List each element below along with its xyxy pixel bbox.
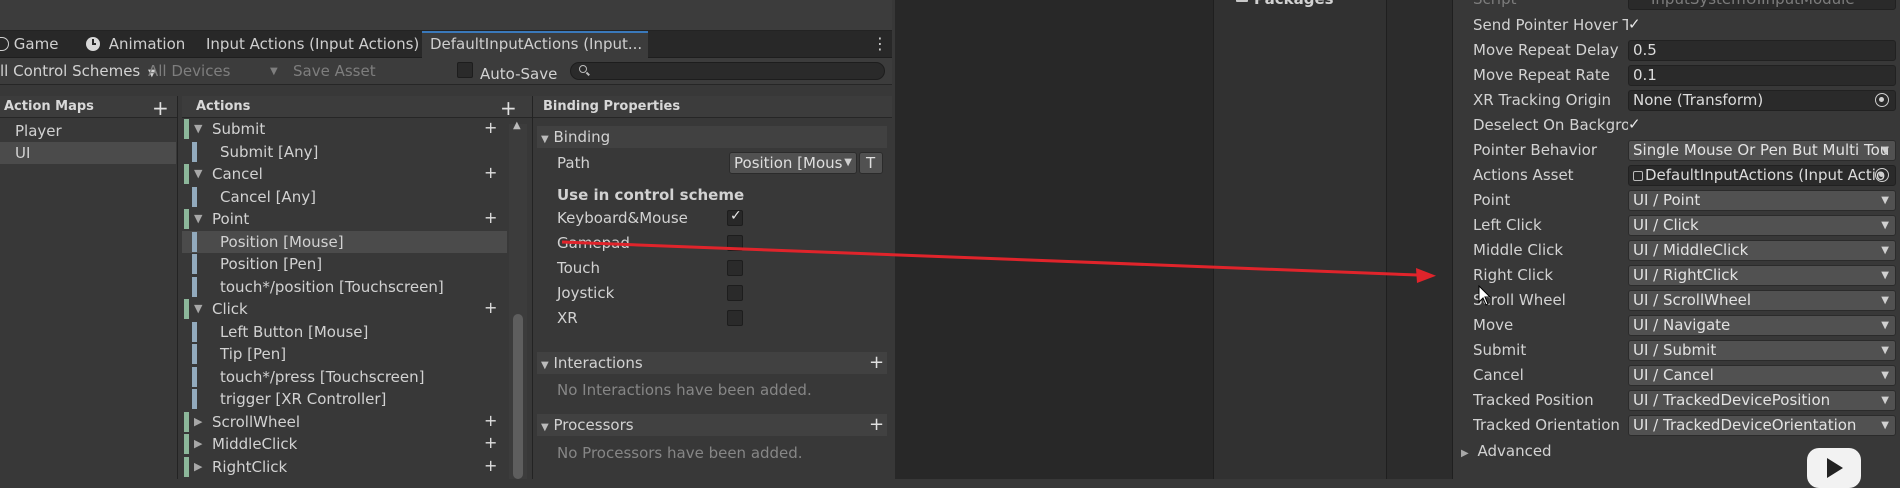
arrowhead [1416, 268, 1436, 283]
arrow-shaft [561, 240, 1419, 277]
mouse-cursor-icon [1478, 285, 1492, 306]
red-arrow-annotation [561, 240, 1436, 283]
